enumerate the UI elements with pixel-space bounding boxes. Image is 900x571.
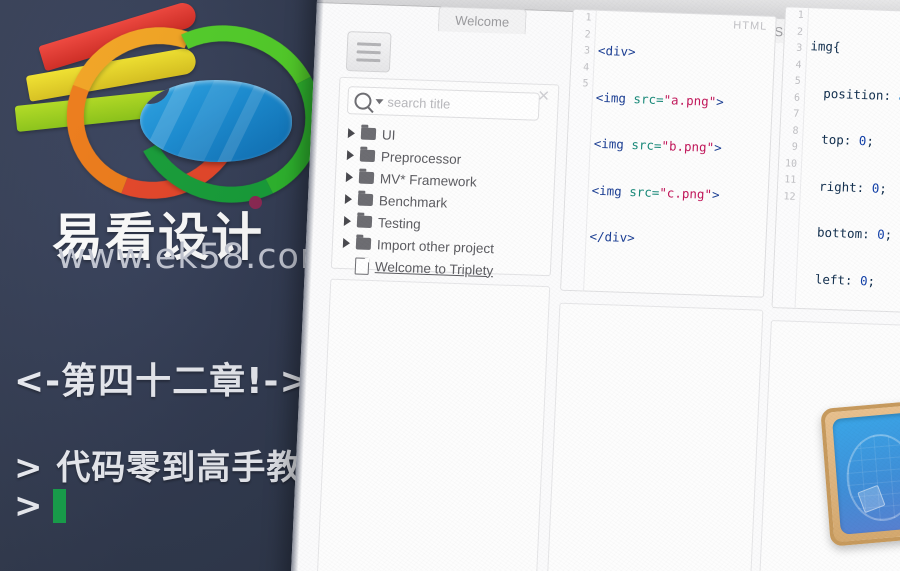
search-icon [354, 91, 372, 110]
line-number: 3 [583, 45, 591, 57]
code-line: <img src="c.png"> [591, 182, 720, 202]
hero-course-title: > 代码零到高手教程 [14, 448, 337, 488]
tree-item-label: Import other project [376, 236, 495, 256]
code-line: bottom: 0; [801, 224, 893, 243]
chevron-right-icon[interactable] [346, 150, 355, 161]
line-number: 6 [793, 92, 801, 104]
preview-panel-left[interactable] [315, 278, 551, 571]
search-placeholder: search title [387, 94, 451, 112]
line-number: 5 [794, 75, 802, 87]
hero-prompt-line: > [14, 486, 66, 526]
text-caret [52, 489, 66, 523]
tab-welcome[interactable]: Welcome [437, 6, 527, 35]
folder-icon [358, 171, 375, 185]
chevron-right-icon[interactable] [347, 128, 356, 139]
code-line: position: abs [807, 84, 900, 103]
line-number: 9 [791, 141, 799, 153]
chevron-right-icon[interactable] [345, 172, 354, 183]
chevron-right-icon[interactable] [343, 216, 352, 227]
hamburger-icon-bar [356, 57, 381, 62]
preview-panel-middle[interactable] [545, 302, 764, 571]
line-number: 2 [584, 28, 591, 41]
project-tree: UI Preprocessor MV* Framework Benchmark … [338, 122, 553, 283]
preview-artwork: 5 [820, 392, 900, 547]
line-number: 2 [796, 26, 804, 38]
css-editor-panel[interactable]: 1 2 3 4 5 6 7 8 9 10 11 12 img{ position… [771, 6, 900, 317]
code-line: <div> [597, 42, 636, 60]
app-window: Welcome HTML CSS search title ✕ [288, 0, 900, 571]
code-line: <img src="b.png"> [593, 135, 723, 156]
preview-panel-right[interactable]: 5 [757, 319, 900, 571]
line-number: 10 [784, 157, 798, 170]
logo-blob-blue [140, 80, 292, 162]
code-line: right: 0; [803, 177, 888, 196]
chevron-right-icon[interactable] [342, 238, 351, 249]
project-sidebar: search title ✕ UI Preprocessor MV* Frame… [330, 76, 560, 278]
line-number: 8 [792, 125, 799, 137]
code-line: img{ [810, 38, 841, 55]
close-icon[interactable]: ✕ [537, 88, 550, 105]
line-number: 3 [796, 42, 803, 54]
file-icon [354, 256, 370, 275]
code-line: left: 0; [799, 270, 876, 289]
line-number: 4 [795, 59, 802, 71]
hamburger-icon-bar [356, 49, 381, 54]
line-number: 5 [582, 78, 589, 90]
css-editor-code[interactable]: img{ position: abs top: 0; right: 0; bot… [799, 8, 900, 315]
html-editor-panel[interactable]: HTML 1 2 3 4 5 <div> <img src="a.png"> <… [560, 8, 777, 298]
search-field[interactable]: search title [346, 86, 541, 121]
folder-icon [357, 193, 374, 207]
line-number: 1 [585, 12, 592, 24]
folder-icon [359, 149, 376, 163]
line-number: 1 [797, 9, 805, 21]
folder-icon [356, 215, 373, 229]
folder-icon [355, 237, 372, 250]
tree-item-label: Benchmark [378, 192, 448, 211]
chevron-right-icon[interactable] [344, 194, 353, 205]
line-number: 4 [582, 61, 590, 74]
hero-prompt-symbol: > [14, 486, 43, 526]
html-editor-code[interactable]: <div> <img src="a.png"> <img src="b.png"… [587, 13, 776, 297]
line-number: 7 [793, 108, 800, 120]
chevron-down-icon[interactable] [375, 98, 384, 104]
code-line: <img src="a.png"> [595, 89, 725, 109]
brand-accent-dot [249, 196, 262, 209]
artwork-cell-left [832, 411, 900, 535]
code-line: top: 0; [805, 131, 875, 149]
tree-item-label: Preprocessor [380, 148, 462, 167]
tree-item-label: UI [381, 126, 396, 143]
tree-item-label: MV* Framework [379, 170, 478, 190]
hamburger-icon-bar [357, 41, 382, 46]
ek58-logo [12, 0, 352, 228]
hero-chapter-title: <-第四十二章!-> [14, 361, 311, 402]
code-line: </div> [589, 228, 636, 246]
app-window-wrapper: Welcome HTML CSS search title ✕ [288, 0, 900, 571]
line-number: 11 [784, 174, 797, 186]
folder-icon [360, 127, 377, 141]
tree-item-label[interactable]: Welcome to Triplety [375, 259, 494, 278]
menu-button[interactable] [345, 31, 392, 73]
screenshot-stage: 易看设计 www.ek58.com <-第四十二章!-> > 代码零到高手教程 … [0, 0, 900, 571]
line-number: 12 [783, 190, 796, 203]
tree-item-label: Testing [377, 214, 422, 232]
